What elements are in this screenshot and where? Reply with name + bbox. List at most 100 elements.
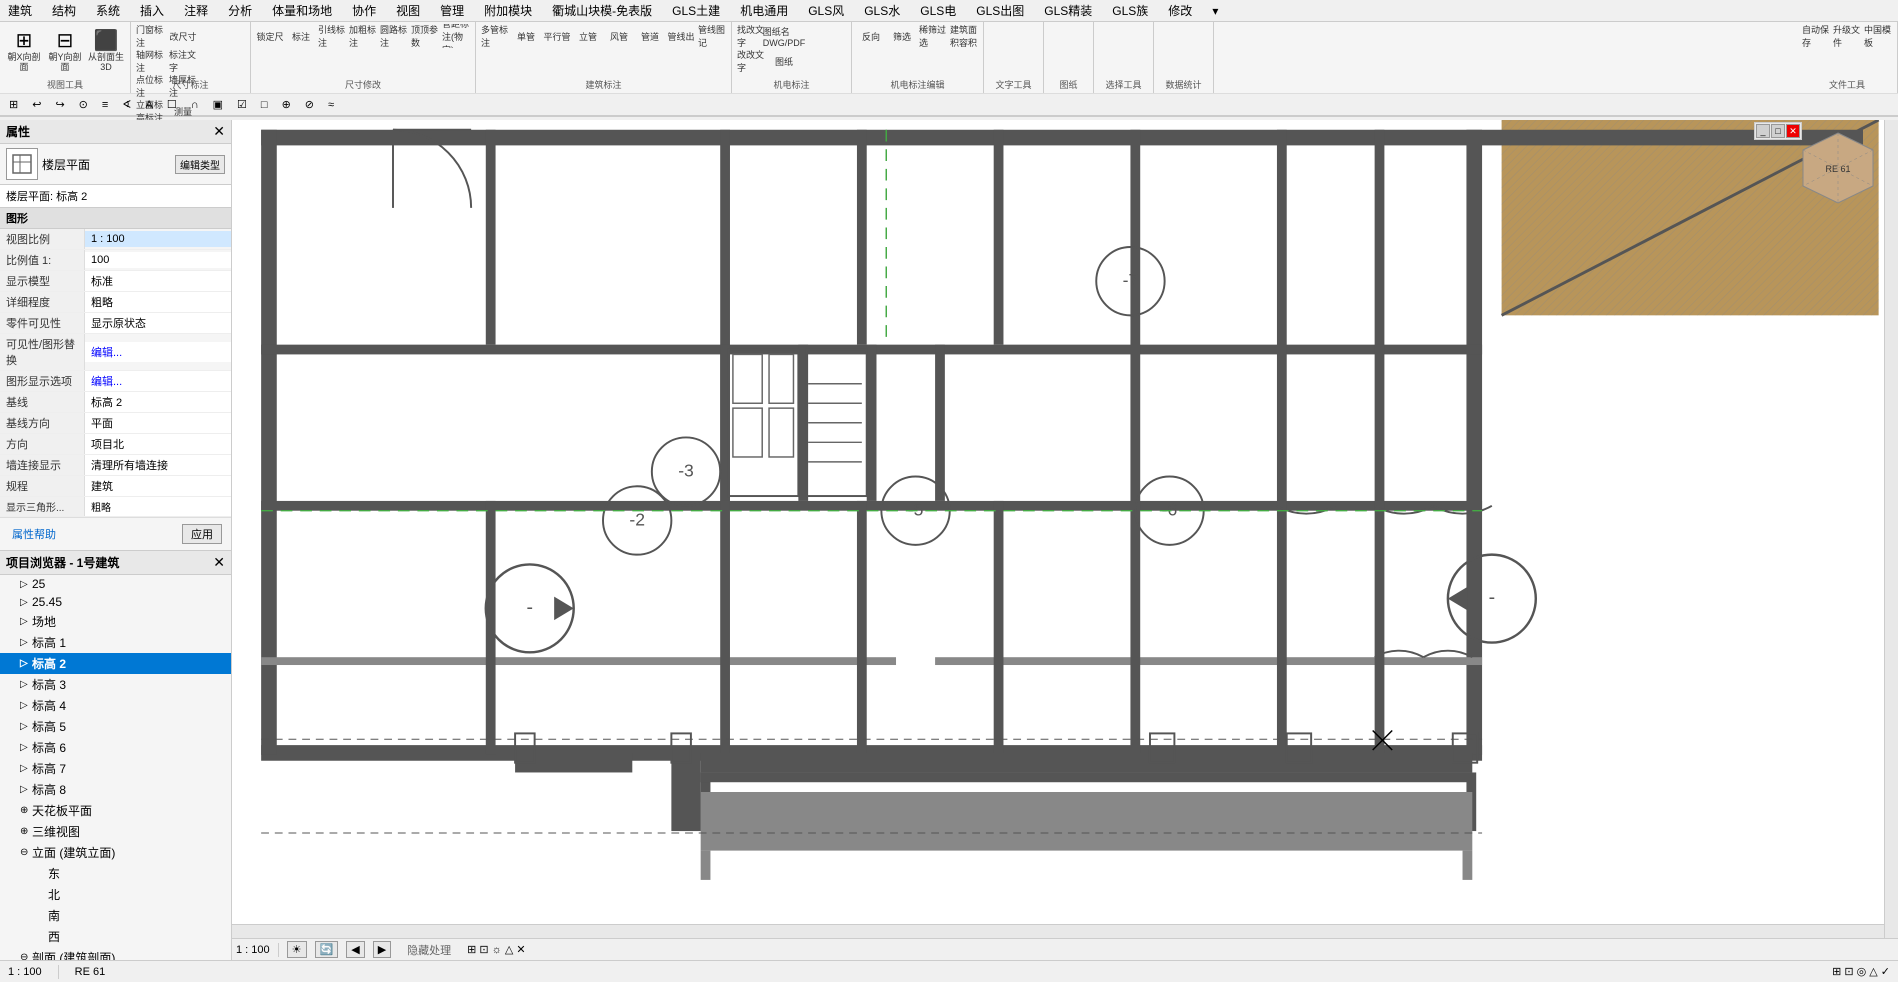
tree-item-east[interactable]: 东 <box>0 863 231 884</box>
menu-manage[interactable]: 管理 <box>436 0 468 21</box>
btn-dim-text[interactable]: 标注文字 <box>168 49 198 73</box>
btn-x-section[interactable]: ⊞ 朝X向剖面 <box>4 24 44 76</box>
tree-item-level4[interactable]: ▷ 标高 4 <box>0 695 231 716</box>
canvas-nav-right[interactable]: ▶ <box>373 941 391 958</box>
tree-item-2545[interactable]: ▷ 25.45 <box>0 593 231 611</box>
canvas-nav-refresh[interactable]: 🔄 <box>315 941 339 958</box>
btn-sheet-name[interactable]: 图纸名 DWG/PDF <box>769 24 799 48</box>
menu-qcshan[interactable]: 衢城山块模-免表版 <box>548 0 656 21</box>
tree-item-level5[interactable]: ▷ 标高 5 <box>0 716 231 737</box>
btn-china-template[interactable]: 中国模板 <box>1863 24 1893 48</box>
btn-autosave[interactable]: 自动保存 <box>1801 24 1831 48</box>
btn-reverse[interactable]: 反向 <box>856 24 886 48</box>
menu-gls-civil[interactable]: GLS土建 <box>668 0 724 21</box>
btn-circle-mark[interactable]: 圆路标注 <box>379 24 409 48</box>
tree-item-north[interactable]: 北 <box>0 884 231 905</box>
restore-btn[interactable]: □ <box>1771 124 1785 138</box>
menu-more[interactable]: ▾ <box>1208 2 1222 20</box>
menu-gls-elec[interactable]: GLS电 <box>916 0 960 21</box>
menu-architecture[interactable]: 建筑 <box>4 0 36 21</box>
qat-btn-2[interactable]: ↩ <box>27 96 46 113</box>
prop-val-graphic-display[interactable]: 编辑... <box>85 371 231 391</box>
tree-item-sections[interactable]: ⊖ 剖面 (建筑剖面) <box>0 947 231 960</box>
btn-y-section[interactable]: ⊟ 朝Y向剖面 <box>45 24 85 76</box>
btn-door-window-mark[interactable]: 门窗标注 <box>135 24 165 48</box>
qat-btn-4[interactable]: ⊙ <box>74 96 93 113</box>
properties-close-btn[interactable]: ✕ <box>213 123 225 140</box>
tree-item-level7[interactable]: ▷ 标高 7 <box>0 758 231 779</box>
menu-insert[interactable]: 插入 <box>136 0 168 21</box>
menu-gls-hvac[interactable]: GLS风 <box>804 0 848 21</box>
qat-btn-5[interactable]: ≡ <box>97 97 113 113</box>
btn-lock-dim[interactable]: 锁定尺 <box>255 24 285 48</box>
minimize-btn[interactable]: _ <box>1756 124 1770 138</box>
btn-refine-filter[interactable]: 稀筛过选 <box>918 24 948 48</box>
vertical-scrollbar[interactable] <box>1884 120 1898 938</box>
menu-analysis[interactable]: 分析 <box>224 0 256 21</box>
qat-btn-1[interactable]: ⊞ <box>4 96 23 113</box>
prop-val-visibility[interactable]: 编辑... <box>85 342 231 362</box>
btn-multi-pipe-mark[interactable]: 多管标注 <box>480 24 510 48</box>
btn-label[interactable]: 标注 <box>286 24 316 48</box>
tree-item-level6[interactable]: ▷ 标高 6 <box>0 737 231 758</box>
tree-item-ceiling-plans[interactable]: ⊕ 天花板平面 <box>0 800 231 821</box>
menu-structure[interactable]: 结构 <box>48 0 80 21</box>
btn-pipe-dist-mark[interactable]: 管距标注(物定) <box>441 24 471 48</box>
props-help-btn[interactable]: 属性帮助 <box>6 523 62 545</box>
qat-btn-15[interactable]: ≈ <box>323 97 339 113</box>
btn-building-area[interactable]: 建筑面积容积 <box>949 24 979 48</box>
project-browser-close-btn[interactable]: ✕ <box>213 554 225 571</box>
btn-top-params[interactable]: 顶顶参数 <box>410 24 440 48</box>
canvas-nav-sun[interactable]: ☀ <box>287 941 307 958</box>
props-apply-btn[interactable]: 应用 <box>182 524 222 544</box>
tree-item-west[interactable]: 西 <box>0 926 231 947</box>
btn-pipe-mark[interactable]: 管道 <box>635 24 665 48</box>
btn-duct-mark[interactable]: 风管 <box>604 24 634 48</box>
tree-item-level8[interactable]: ▷ 标高 8 <box>0 779 231 800</box>
tree-item-3d-views[interactable]: ⊕ 三维视图 <box>0 821 231 842</box>
menu-collaborate[interactable]: 协作 <box>348 0 380 21</box>
btn-3d-from-section[interactable]: ⬛ 从剖面生3D <box>86 24 126 76</box>
btn-parallel-pipe[interactable]: 平行管 <box>542 24 572 48</box>
menu-mep-common[interactable]: 机电通用 <box>736 0 792 21</box>
menu-annotation[interactable]: 注释 <box>180 0 212 21</box>
btn-vertical-pipe[interactable]: 立管 <box>573 24 603 48</box>
tree-item-level3[interactable]: ▷ 标高 3 <box>0 674 231 695</box>
navigation-cube[interactable]: RE 61 <box>1798 128 1878 208</box>
tree-item-level2[interactable]: ▷ 标高 2 <box>0 653 231 674</box>
tree-item-site[interactable]: ▷ 场地 <box>0 611 231 632</box>
prop-val-view-scale[interactable]: 1 : 100 <box>85 231 231 247</box>
btn-edit-text[interactable]: 改改文字 <box>736 49 766 73</box>
edit-type-btn[interactable]: 编辑类型 <box>175 155 225 174</box>
btn-sheet[interactable]: 图纸 <box>769 49 799 73</box>
menu-gls-drawing[interactable]: GLS出图 <box>972 0 1028 21</box>
menu-gls-family[interactable]: GLS族 <box>1108 0 1152 21</box>
btn-bold-mark[interactable]: 加粗标注 <box>348 24 378 48</box>
canvas-area[interactable]: -7 -3 -2 -5 -6 - - <box>232 120 1898 960</box>
qat-btn-6[interactable]: ∢ <box>117 96 136 113</box>
btn-change-dim[interactable]: 改尺寸 <box>168 24 198 48</box>
close-btn[interactable]: ✕ <box>1786 124 1800 138</box>
menu-mass[interactable]: 体量和场地 <box>268 0 336 21</box>
tree-item-south[interactable]: 南 <box>0 905 231 926</box>
btn-find-text[interactable]: 找改文字 <box>736 24 766 48</box>
horizontal-scrollbar[interactable] <box>232 924 1884 938</box>
menu-modify[interactable]: 修改 <box>1164 0 1196 21</box>
qat-btn-13[interactable]: ⊕ <box>277 96 296 113</box>
qat-btn-12[interactable]: □ <box>256 97 273 113</box>
btn-axis-mark[interactable]: 轴网标注 <box>135 49 165 73</box>
qat-btn-14[interactable]: ⊘ <box>300 96 319 113</box>
qat-btn-3[interactable]: ↪ <box>50 96 69 113</box>
btn-single-pipe-mark[interactable]: 单管 <box>511 24 541 48</box>
tree-item-level1[interactable]: ▷ 标高 1 <box>0 632 231 653</box>
canvas-nav-left[interactable]: ◀ <box>346 941 364 958</box>
tree-item-elevations[interactable]: ⊖ 立面 (建筑立面) <box>0 842 231 863</box>
menu-addons[interactable]: 附加模块 <box>480 0 536 21</box>
menu-gls-interior[interactable]: GLS精装 <box>1040 0 1096 21</box>
tree-item-25[interactable]: ▷ 25 <box>0 575 231 593</box>
menu-gls-plumb[interactable]: GLS水 <box>860 0 904 21</box>
btn-filter[interactable]: 筛选 <box>887 24 917 48</box>
btn-leader-mark[interactable]: 引线标注 <box>317 24 347 48</box>
menu-system[interactable]: 系统 <box>92 0 124 21</box>
btn-pipe-out[interactable]: 管线出 <box>666 24 696 48</box>
